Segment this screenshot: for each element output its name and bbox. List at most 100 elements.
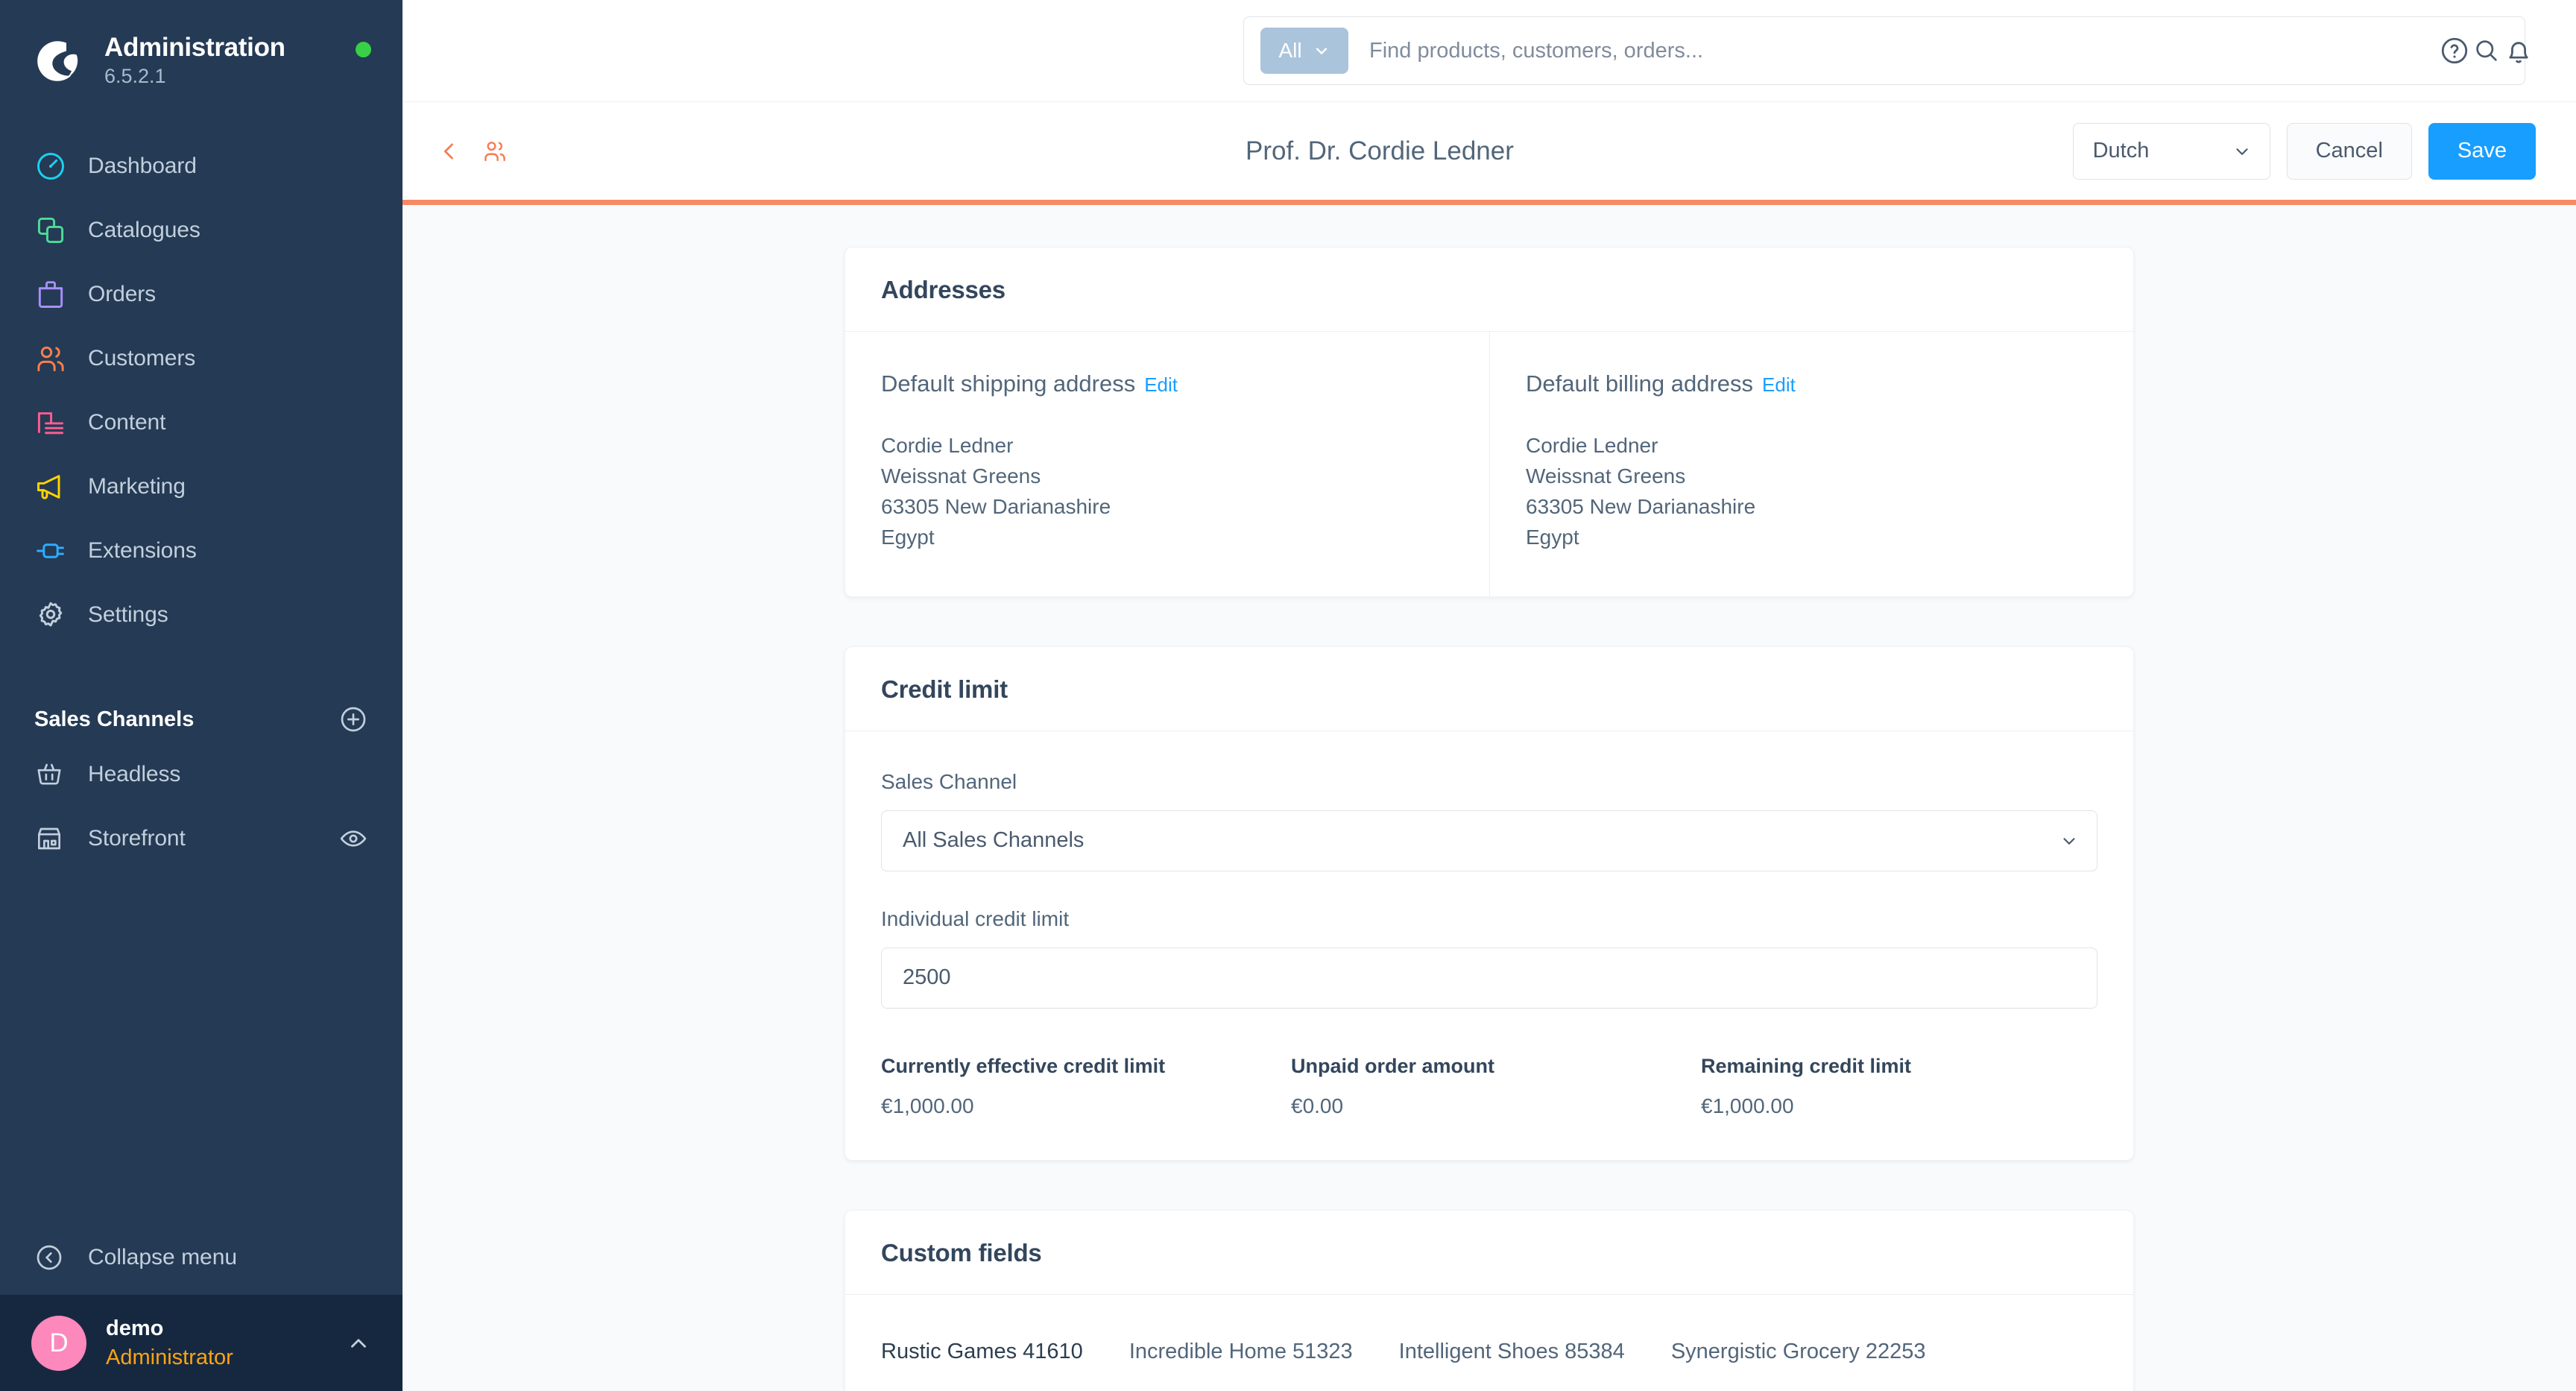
billing-address-block: Default billing address Edit Cordie Ledne…: [1489, 332, 2133, 596]
content-icon: [34, 406, 73, 439]
sidebar-item-label: Dashboard: [88, 154, 197, 178]
stat-label: Unpaid order amount: [1291, 1054, 1495, 1077]
page-header-left: [437, 138, 508, 165]
individual-credit-limit-value: 2500: [903, 965, 951, 990]
users-icon: [34, 342, 73, 375]
topbar-actions: [2437, 0, 2536, 101]
stat-label: Remaining credit limit: [1701, 1054, 1912, 1077]
tab-rustic-games[interactable]: Rustic Games 41610: [881, 1340, 1083, 1387]
credit-limit-stats: Currently effective credit limit €1,000.…: [881, 1055, 2097, 1118]
sidebar-item-label: Settings: [88, 602, 168, 627]
sidebar-item-orders[interactable]: Orders: [0, 262, 402, 327]
address-line: 63305 New Darianashire: [881, 495, 1111, 519]
stat-label: Currently effective credit limit: [881, 1054, 1166, 1077]
sales-channel-label: Sales Channel: [881, 769, 1017, 793]
sidebar-item-headless[interactable]: Headless: [0, 742, 402, 807]
sales-channels-title: Sales Channels: [34, 707, 195, 731]
addresses-card-header: Addresses: [845, 247, 2133, 332]
sidebar-bottom: Collapse menu D demo Administrator: [0, 1220, 402, 1391]
megaphone-icon: [34, 470, 73, 503]
sidebar-nav: Dashboard Catalogues Orders Customers Co…: [0, 134, 402, 647]
billing-address-label: Default billing address: [1526, 370, 1754, 397]
help-circle-icon[interactable]: [2437, 34, 2472, 68]
customers-icon[interactable]: [482, 138, 508, 165]
address-line: Cordie Ledner: [881, 434, 1014, 457]
sidebar-item-label: Storefront: [88, 826, 186, 851]
sidebar-item-extensions[interactable]: Extensions: [0, 519, 402, 583]
page-header: Prof. Dr. Cordie Ledner Dutch Cancel Sav…: [402, 101, 2576, 200]
custom-fields-card-title: Custom fields: [881, 1238, 1042, 1267]
sidebar-item-customers[interactable]: Customers: [0, 327, 402, 391]
plug-icon: [34, 534, 73, 567]
sidebar-item-settings[interactable]: Settings: [0, 583, 402, 647]
shipping-address-block: Default shipping address Edit Cordie Ledn…: [845, 332, 1489, 596]
sales-channels-section-header: Sales Channels: [0, 696, 402, 742]
content-area: Addresses Default shipping address Edit C…: [402, 205, 2576, 1391]
chevron-down-icon: [2232, 142, 2252, 161]
sidebar-brand: Administration 6.5.2.1: [104, 33, 285, 89]
search-box: All: [1243, 16, 2525, 85]
edit-shipping-address-link[interactable]: Edit: [1144, 373, 1178, 396]
sidebar-title: Administration: [104, 32, 285, 62]
address-line: Cordie Ledner: [1526, 434, 1658, 457]
stat-value: €0.00: [1291, 1094, 1344, 1117]
sidebar-item-catalogues[interactable]: Catalogues: [0, 198, 402, 262]
sidebar-item-label: Marketing: [88, 474, 186, 499]
sidebar-item-dashboard[interactable]: Dashboard: [0, 134, 402, 198]
individual-credit-limit-input[interactable]: 2500: [881, 947, 2097, 1009]
tab-intelligent-shoes[interactable]: Intelligent Shoes 85384: [1399, 1340, 1625, 1387]
chevron-up-icon[interactable]: [346, 1331, 371, 1356]
search-scope-selector[interactable]: All: [1260, 28, 1348, 74]
sidebar-header: Administration 6.5.2.1: [0, 0, 402, 97]
search-scope-label: All: [1278, 39, 1302, 62]
main-area: All Find products, customers, orders... …: [402, 0, 2576, 1391]
eye-icon[interactable]: [338, 824, 368, 854]
language-selector[interactable]: Dutch: [2072, 122, 2270, 180]
collapse-menu-button[interactable]: Collapse menu: [0, 1220, 402, 1295]
sales-channel-select[interactable]: All Sales Channels: [881, 810, 2097, 871]
collapse-icon: [34, 1243, 73, 1272]
global-search: All: [1243, 16, 2525, 85]
sidebar-item-content[interactable]: Content: [0, 391, 402, 455]
language-selector-value: Dutch: [2092, 139, 2150, 163]
app-root: Administration 6.5.2.1 Dashboard Catalog…: [0, 0, 2576, 1391]
basket-icon: [34, 760, 73, 789]
sidebar-item-storefront[interactable]: Storefront: [0, 807, 402, 871]
topbar: All: [402, 0, 2576, 101]
content-scroll: Addresses Default shipping address Edit C…: [402, 205, 2576, 1391]
page-header-actions: Dutch Cancel Save: [2072, 122, 2536, 180]
sidebar-item-label: Orders: [88, 282, 157, 306]
collapse-menu-label: Collapse menu: [88, 1245, 238, 1269]
gear-icon: [34, 599, 73, 631]
credit-limit-card-header: Credit limit: [845, 647, 2133, 731]
chevron-down-icon: [1313, 42, 1330, 60]
cancel-button[interactable]: Cancel: [2286, 122, 2412, 180]
bag-icon: [34, 278, 73, 311]
progress-bar: [402, 200, 2576, 205]
save-button[interactable]: Save: [2428, 122, 2536, 180]
custom-fields-tabs: Rustic Games 41610 Incredible Home 51323…: [845, 1295, 2133, 1387]
stat-remaining-credit-limit: Remaining credit limit €1,000.00: [1701, 1055, 1999, 1118]
credit-limit-card-title: Credit limit: [881, 675, 1008, 703]
credit-limit-card: Credit limit Sales Channel All Sales Cha…: [845, 646, 2134, 1161]
shopware-logo-icon: [33, 37, 82, 86]
stat-value: €1,000.00: [881, 1094, 974, 1117]
tab-incredible-home[interactable]: Incredible Home 51323: [1129, 1340, 1353, 1387]
add-sales-channel-icon[interactable]: [338, 704, 368, 734]
user-name: demo: [106, 1316, 164, 1340]
shipping-address-label: Default shipping address: [881, 370, 1136, 397]
user-menu[interactable]: D demo Administrator: [0, 1295, 402, 1391]
edit-billing-address-link[interactable]: Edit: [1762, 373, 1796, 396]
copy-icon: [34, 214, 73, 247]
addresses-grid: Default shipping address Edit Cordie Ledn…: [845, 332, 2133, 596]
shipping-address-heading: Default shipping address Edit: [881, 370, 1453, 397]
sidebar-item-marketing[interactable]: Marketing: [0, 455, 402, 519]
back-button[interactable]: [437, 139, 462, 164]
bell-icon[interactable]: [2501, 34, 2536, 68]
sidebar-item-label: Extensions: [88, 538, 197, 563]
stat-currently-effective: Currently effective credit limit €1,000.…: [881, 1055, 1291, 1118]
search-input[interactable]: [1369, 38, 2469, 63]
tab-synergistic-grocery[interactable]: Synergistic Grocery 22253: [1671, 1340, 1926, 1387]
stat-value: €1,000.00: [1701, 1094, 1794, 1117]
sidebar-item-label: Catalogues: [88, 218, 201, 242]
